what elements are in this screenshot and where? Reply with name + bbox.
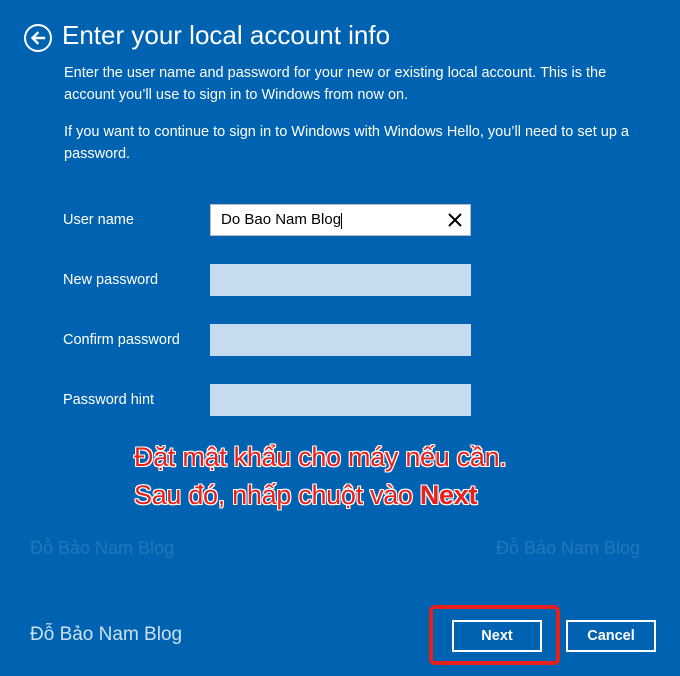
annotation-line-2: Sau đó, nhấp chuột vào Next	[134, 480, 478, 510]
annotation-next-word: Next	[419, 480, 478, 510]
password-hint-label: Password hint	[63, 392, 155, 408]
clear-text-button[interactable]	[440, 205, 470, 235]
annotation-line-1: Đặt mật khẩu cho máy nếu cần.	[134, 442, 507, 472]
back-button[interactable]	[24, 24, 52, 52]
new-password-field[interactable]	[210, 264, 471, 296]
watermark-main: Đỗ Bảo Nam Blog	[30, 624, 183, 645]
watermark-faint-right: Đỗ Bảo Nam Blog	[496, 538, 641, 558]
cancel-button[interactable]: Cancel	[566, 620, 656, 652]
description-paragraph-1: Enter the user name and password for you…	[64, 65, 607, 103]
new-password-label: New password	[63, 272, 159, 288]
page-title: Enter your local account info	[62, 20, 391, 50]
watermark-faint-left: Đỗ Bảo Nam Blog	[30, 538, 175, 558]
instruction-annotation: Đặt mật khẩu cho máy nếu cần. Sau đó, nh…	[134, 438, 507, 514]
text-caret	[341, 212, 343, 229]
confirm-password-label: Confirm password	[63, 332, 180, 348]
username-label: User name	[63, 212, 134, 228]
confirm-password-field[interactable]	[210, 324, 471, 356]
description-paragraph-2: If you want to continue to sign in to Wi…	[64, 124, 629, 162]
username-value: Do Bao Nam Blog	[221, 211, 343, 229]
password-hint-field[interactable]	[210, 384, 471, 416]
arrow-left-icon	[30, 31, 46, 45]
next-button[interactable]: Next	[452, 620, 542, 652]
close-icon	[448, 213, 462, 227]
username-field[interactable]: Do Bao Nam Blog	[210, 204, 471, 236]
